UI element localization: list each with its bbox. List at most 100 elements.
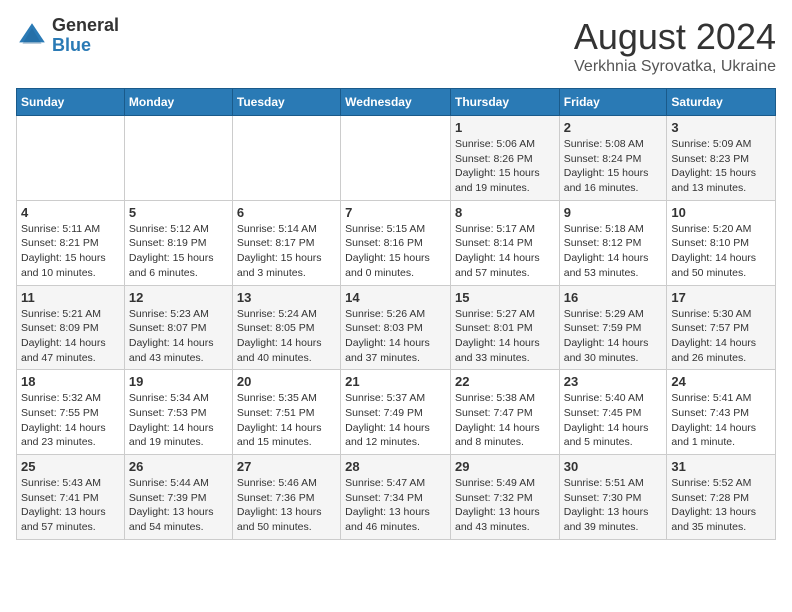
- day-number: 4: [21, 205, 120, 220]
- calendar-week-5: 25 Sunrise: 5:43 AM Sunset: 7:41 PM Dayli…: [17, 455, 776, 540]
- day-info: Sunrise: 5:35 AM Sunset: 7:51 PM Dayligh…: [237, 391, 336, 450]
- day-number: 22: [455, 374, 555, 389]
- calendar-cell: 4 Sunrise: 5:11 AM Sunset: 8:21 PM Daylig…: [17, 200, 125, 285]
- day-info: Sunrise: 5:20 AM Sunset: 8:10 PM Dayligh…: [671, 222, 771, 281]
- calendar-cell: 30Sunrise: 5:51 AM Sunset: 7:30 PM Dayli…: [559, 455, 667, 540]
- day-info: Sunrise: 5:43 AM Sunset: 7:41 PM Dayligh…: [21, 476, 120, 535]
- calendar-cell: 13Sunrise: 5:24 AM Sunset: 8:05 PM Dayli…: [232, 285, 340, 370]
- day-number: 11: [21, 290, 120, 305]
- calendar-cell: 11 Sunrise: 5:21 AM Sunset: 8:09 PM Dayli…: [17, 285, 125, 370]
- calendar-week-1: 1 Sunrise: 5:06 AM Sunset: 8:26 PM Daylig…: [17, 116, 776, 201]
- day-info: Sunrise: 5:44 AM Sunset: 7:39 PM Dayligh…: [129, 476, 228, 535]
- day-info: Sunrise: 5:06 AM Sunset: 8:26 PM Dayligh…: [455, 137, 555, 196]
- day-number: 17: [671, 290, 771, 305]
- day-info: Sunrise: 5:15 AM Sunset: 8:16 PM Dayligh…: [345, 222, 446, 281]
- day-info: Sunrise: 5:40 AM Sunset: 7:45 PM Dayligh…: [564, 391, 663, 450]
- day-info: Sunrise: 5:46 AM Sunset: 7:36 PM Dayligh…: [237, 476, 336, 535]
- calendar-cell: 20 Sunrise: 5:35 AM Sunset: 7:51 PM Dayli…: [232, 370, 340, 455]
- calendar-week-4: 18 Sunrise: 5:32 AM Sunset: 7:55 PM Dayli…: [17, 370, 776, 455]
- calendar-cell: 18 Sunrise: 5:32 AM Sunset: 7:55 PM Dayli…: [17, 370, 125, 455]
- header-saturday: Saturday: [667, 89, 776, 116]
- day-info: Sunrise: 5:08 AM Sunset: 8:24 PM Dayligh…: [564, 137, 663, 196]
- calendar-cell: 15 Sunrise: 5:27 AM Sunset: 8:01 PM Dayli…: [450, 285, 559, 370]
- calendar-cell: 28 Sunrise: 5:47 AM Sunset: 7:34 PM Dayli…: [341, 455, 451, 540]
- day-number: 5: [129, 205, 228, 220]
- day-number: 14: [345, 290, 446, 305]
- day-number: 7: [345, 205, 446, 220]
- logo-icon: [16, 20, 48, 52]
- calendar-cell: [341, 116, 451, 201]
- day-info: Sunrise: 5:09 AM Sunset: 8:23 PM Dayligh…: [671, 137, 771, 196]
- calendar-cell: 23 Sunrise: 5:40 AM Sunset: 7:45 PM Dayli…: [559, 370, 667, 455]
- day-number: 21: [345, 374, 446, 389]
- calendar-body: 1 Sunrise: 5:06 AM Sunset: 8:26 PM Daylig…: [17, 116, 776, 540]
- day-number: 29: [455, 459, 555, 474]
- calendar-cell: 10Sunrise: 5:20 AM Sunset: 8:10 PM Dayli…: [667, 200, 776, 285]
- day-number: 28: [345, 459, 446, 474]
- calendar-cell: [124, 116, 232, 201]
- calendar-cell: 14Sunrise: 5:26 AM Sunset: 8:03 PM Dayli…: [341, 285, 451, 370]
- logo-text: General Blue: [52, 16, 119, 56]
- header-monday: Monday: [124, 89, 232, 116]
- calendar-cell: 29 Sunrise: 5:49 AM Sunset: 7:32 PM Dayli…: [450, 455, 559, 540]
- day-number: 20: [237, 374, 336, 389]
- day-number: 18: [21, 374, 120, 389]
- logo-general-text: General: [52, 16, 119, 36]
- day-info: Sunrise: 5:12 AM Sunset: 8:19 PM Dayligh…: [129, 222, 228, 281]
- calendar-cell: 26 Sunrise: 5:44 AM Sunset: 7:39 PM Dayli…: [124, 455, 232, 540]
- header-sunday: Sunday: [17, 89, 125, 116]
- day-number: 25: [21, 459, 120, 474]
- day-number: 26: [129, 459, 228, 474]
- main-title: August 2024: [574, 16, 776, 58]
- calendar-table: Sunday Monday Tuesday Wednesday Thursday…: [16, 88, 776, 540]
- calendar-cell: 12 Sunrise: 5:23 AM Sunset: 8:07 PM Dayli…: [124, 285, 232, 370]
- logo: General Blue: [16, 16, 119, 56]
- day-number: 15: [455, 290, 555, 305]
- day-info: Sunrise: 5:49 AM Sunset: 7:32 PM Dayligh…: [455, 476, 555, 535]
- day-info: Sunrise: 5:41 AM Sunset: 7:43 PM Dayligh…: [671, 391, 771, 450]
- day-number: 1: [455, 120, 555, 135]
- day-number: 23: [564, 374, 663, 389]
- subtitle: Verkhnia Syrovatka, Ukraine: [574, 58, 776, 76]
- day-info: Sunrise: 5:29 AM Sunset: 7:59 PM Dayligh…: [564, 307, 663, 366]
- page-header: General Blue August 2024 Verkhnia Syrova…: [16, 16, 776, 76]
- day-number: 27: [237, 459, 336, 474]
- day-info: Sunrise: 5:51 AM Sunset: 7:30 PM Dayligh…: [564, 476, 663, 535]
- day-number: 9: [564, 205, 663, 220]
- day-info: Sunrise: 5:21 AM Sunset: 8:09 PM Dayligh…: [21, 307, 120, 366]
- day-number: 3: [671, 120, 771, 135]
- day-number: 13: [237, 290, 336, 305]
- day-info: Sunrise: 5:34 AM Sunset: 7:53 PM Dayligh…: [129, 391, 228, 450]
- day-info: Sunrise: 5:37 AM Sunset: 7:49 PM Dayligh…: [345, 391, 446, 450]
- day-number: 16: [564, 290, 663, 305]
- day-info: Sunrise: 5:23 AM Sunset: 8:07 PM Dayligh…: [129, 307, 228, 366]
- day-info: Sunrise: 5:18 AM Sunset: 8:12 PM Dayligh…: [564, 222, 663, 281]
- day-info: Sunrise: 5:11 AM Sunset: 8:21 PM Dayligh…: [21, 222, 120, 281]
- day-info: Sunrise: 5:32 AM Sunset: 7:55 PM Dayligh…: [21, 391, 120, 450]
- calendar-cell: 17 Sunrise: 5:30 AM Sunset: 7:57 PM Dayli…: [667, 285, 776, 370]
- calendar-cell: 31Sunrise: 5:52 AM Sunset: 7:28 PM Dayli…: [667, 455, 776, 540]
- calendar-cell: 22Sunrise: 5:38 AM Sunset: 7:47 PM Dayli…: [450, 370, 559, 455]
- calendar-cell: [17, 116, 125, 201]
- calendar-cell: 21 Sunrise: 5:37 AM Sunset: 7:49 PM Dayli…: [341, 370, 451, 455]
- calendar-week-2: 4 Sunrise: 5:11 AM Sunset: 8:21 PM Daylig…: [17, 200, 776, 285]
- calendar-cell: 16 Sunrise: 5:29 AM Sunset: 7:59 PM Dayli…: [559, 285, 667, 370]
- calendar-cell: 3 Sunrise: 5:09 AM Sunset: 8:23 PM Daylig…: [667, 116, 776, 201]
- day-number: 31: [671, 459, 771, 474]
- calendar-cell: 1 Sunrise: 5:06 AM Sunset: 8:26 PM Daylig…: [450, 116, 559, 201]
- day-number: 12: [129, 290, 228, 305]
- calendar-cell: 2Sunrise: 5:08 AM Sunset: 8:24 PM Daylig…: [559, 116, 667, 201]
- day-info: Sunrise: 5:47 AM Sunset: 7:34 PM Dayligh…: [345, 476, 446, 535]
- calendar-week-3: 11 Sunrise: 5:21 AM Sunset: 8:09 PM Dayli…: [17, 285, 776, 370]
- day-number: 24: [671, 374, 771, 389]
- header-row: Sunday Monday Tuesday Wednesday Thursday…: [17, 89, 776, 116]
- calendar-cell: 7 Sunrise: 5:15 AM Sunset: 8:16 PM Daylig…: [341, 200, 451, 285]
- calendar-cell: 25 Sunrise: 5:43 AM Sunset: 7:41 PM Dayli…: [17, 455, 125, 540]
- day-info: Sunrise: 5:27 AM Sunset: 8:01 PM Dayligh…: [455, 307, 555, 366]
- title-block: August 2024 Verkhnia Syrovatka, Ukraine: [574, 16, 776, 76]
- day-info: Sunrise: 5:17 AM Sunset: 8:14 PM Dayligh…: [455, 222, 555, 281]
- day-info: Sunrise: 5:30 AM Sunset: 7:57 PM Dayligh…: [671, 307, 771, 366]
- day-number: 6: [237, 205, 336, 220]
- header-thursday: Thursday: [450, 89, 559, 116]
- day-info: Sunrise: 5:14 AM Sunset: 8:17 PM Dayligh…: [237, 222, 336, 281]
